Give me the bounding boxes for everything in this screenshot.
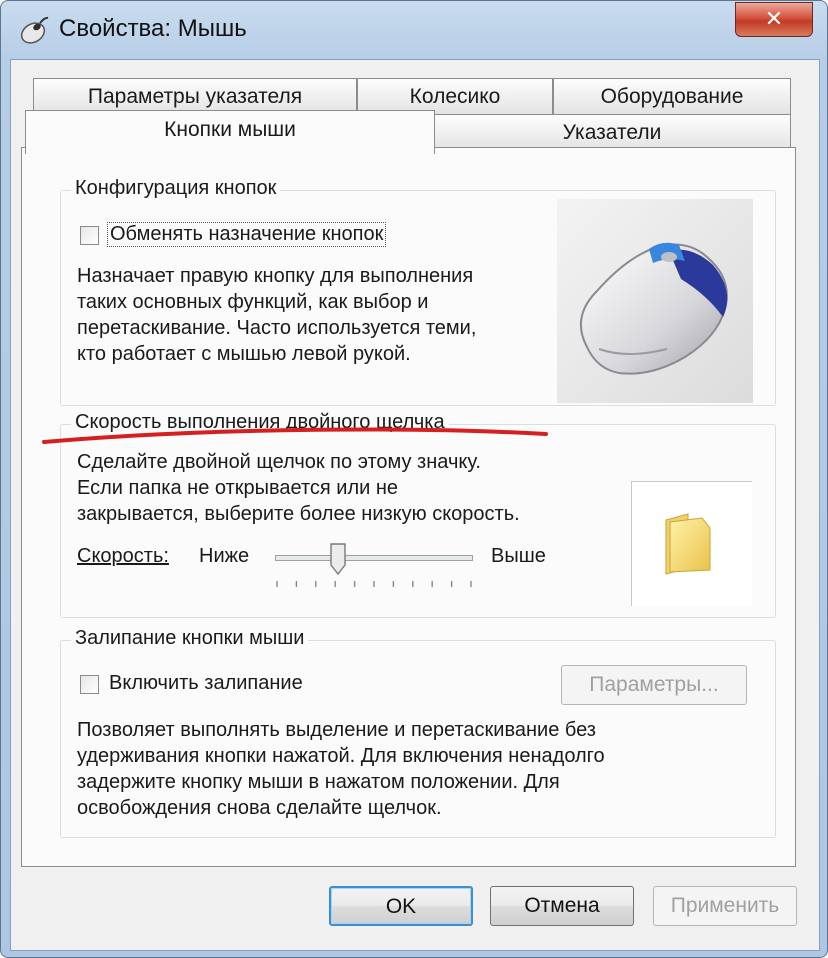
double-click-test-area[interactable] [631, 481, 752, 606]
apply-button[interactable]: Применить [653, 886, 797, 926]
tab-mouse-buttons[interactable]: Кнопки мыши [25, 110, 435, 154]
click-lock-group: Залипание кнопки мыши Включить залипание… [60, 627, 776, 838]
cancel-button[interactable]: Отмена [490, 886, 634, 926]
double-click-description: Сделайте двойной щелчок по этому значку.… [77, 449, 520, 527]
button-configuration-group: Конфигурация кнопок Обменять назначение … [60, 177, 776, 406]
description-line: Позволяет выполнять выделение и перетаск… [77, 719, 596, 741]
description-line: закрывается, выберите более низкую скоро… [77, 503, 520, 525]
mouse-app-icon [20, 16, 49, 44]
speed-label: Скорость: [77, 545, 169, 567]
swap-buttons-description: Назначает правую кнопку для выполнения т… [77, 263, 476, 367]
description-line: Если папка не открывается или не [77, 477, 399, 499]
red-underline-annotation [42, 427, 548, 444]
speed-slow-label: Ниже [199, 545, 250, 567]
description-line: освобождения снова сделайте щелчок. [77, 797, 442, 819]
tab-hardware[interactable]: Оборудование [553, 78, 791, 114]
click-lock-legend: Залипание кнопки мыши [71, 627, 309, 650]
click-lock-description: Позволяет выполнять выделение и перетаск… [77, 717, 605, 821]
tab-pointer-options[interactable]: Параметры указателя [33, 78, 357, 114]
speed-fast-label: Выше [491, 545, 546, 567]
close-button[interactable]: ✕ [735, 2, 813, 37]
swap-buttons-label[interactable]: Обменять назначение кнопок [107, 222, 387, 247]
click-lock-label[interactable]: Включить залипание [109, 672, 303, 695]
swap-buttons-checkbox[interactable] [80, 226, 99, 245]
speed-slider-thumb[interactable] [330, 543, 346, 575]
description-line: задержите кнопку мыши в нажатом положени… [77, 771, 560, 793]
description-line: Назначает правую кнопку для выполнения [77, 265, 474, 287]
button-configuration-legend: Конфигурация кнопок [71, 177, 281, 200]
description-line: перетаскивание. Часто используется теми, [77, 317, 477, 339]
tab-pointers[interactable]: Указатели [433, 114, 791, 150]
click-lock-checkbox[interactable] [80, 675, 99, 694]
click-lock-settings-button[interactable]: Параметры... [561, 665, 747, 705]
description-line: таких основных функций, как выбор и [77, 291, 429, 313]
window-title: Свойства: Мышь [59, 15, 247, 42]
description-line: удерживания кнопки нажатой. Для включени… [77, 745, 605, 767]
description-line: Сделайте двойной щелчок по этому значку. [77, 451, 481, 473]
ok-button[interactable]: OK [329, 886, 473, 926]
tab-panel: Конфигурация кнопок Обменять назначение … [21, 147, 796, 867]
folder-icon[interactable] [662, 510, 718, 576]
title-bar: Свойства: Мышь ✕ [1, 1, 827, 59]
double-click-speed-group: Скорость выполнения двойного щелчка Сдел… [60, 411, 776, 618]
speed-slider-track[interactable] [275, 555, 473, 561]
speed-slider-ticks [276, 581, 472, 587]
tab-wheel[interactable]: Колесико [357, 78, 553, 114]
mouse-icon [557, 199, 753, 403]
description-line: кто работает с мышью левой рукой. [77, 343, 411, 365]
